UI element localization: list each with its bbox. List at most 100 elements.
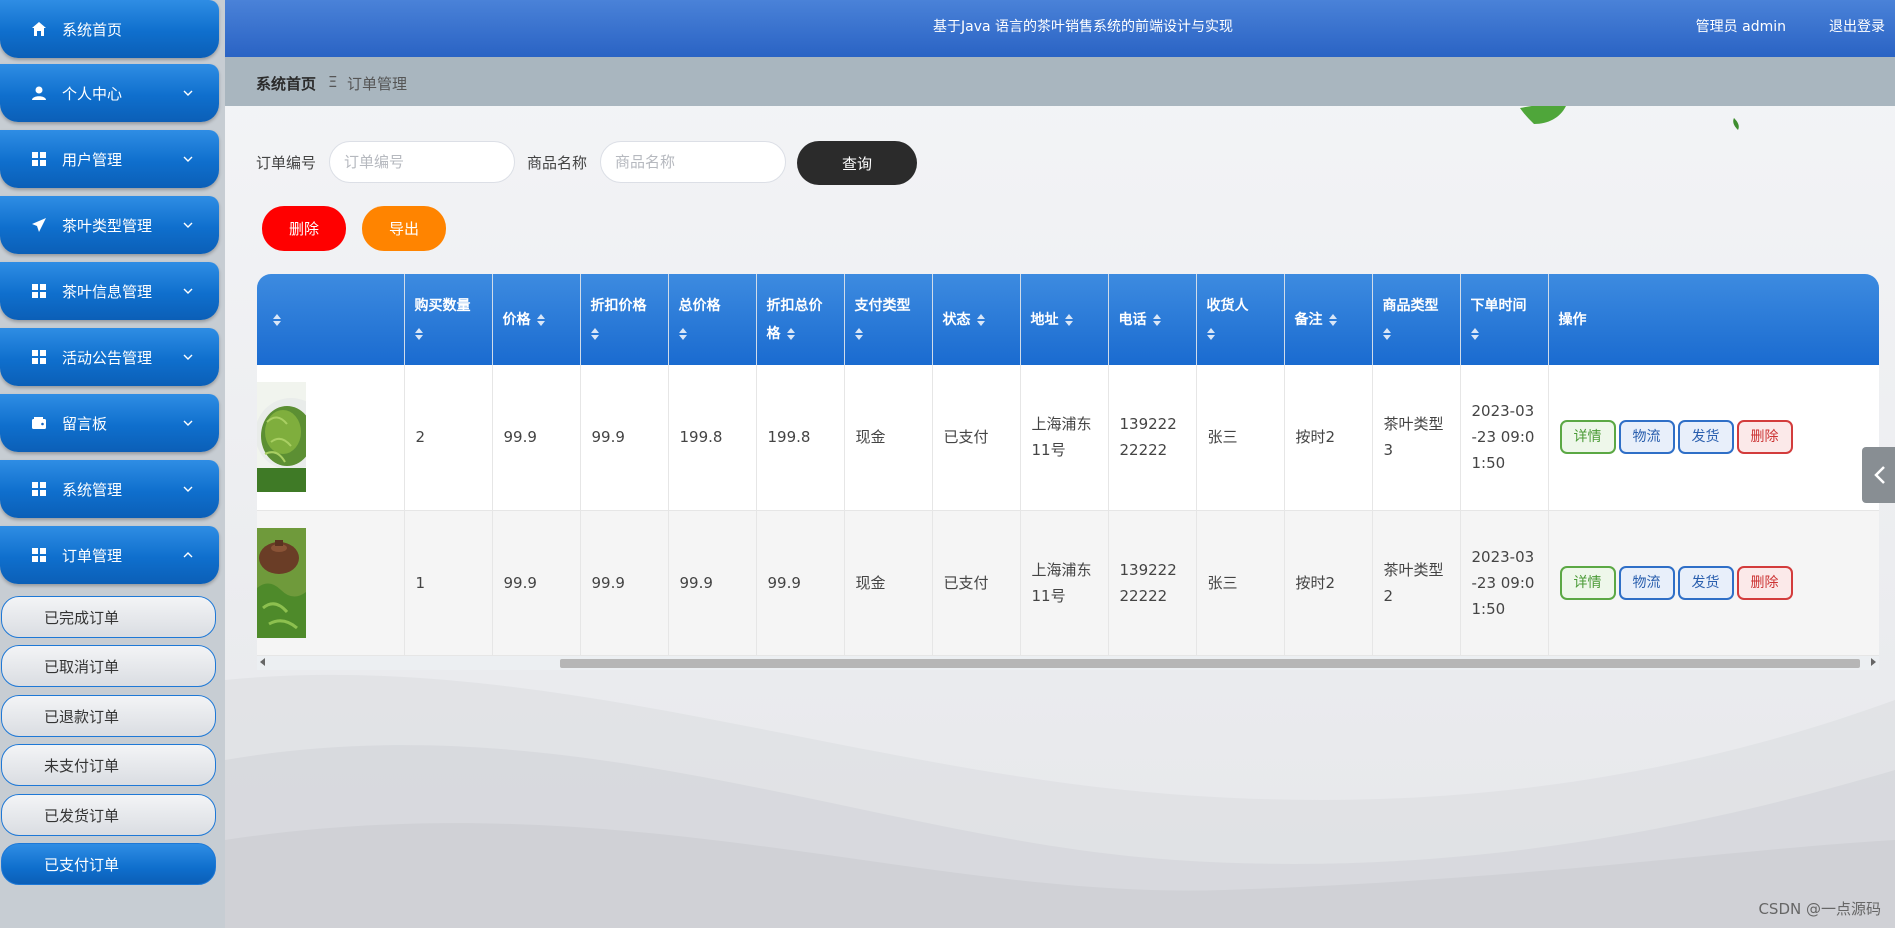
grid-icon (30, 282, 48, 300)
receiver-cell: 张三 (1196, 365, 1285, 511)
column-header-price[interactable]: 价格 (492, 274, 581, 365)
sidebar-item-home[interactable]: 系统首页 (0, 0, 219, 58)
total-cell: 199.8 (668, 365, 757, 511)
sort-icon (1328, 313, 1337, 326)
sidebar-subitem-cancelled-orders[interactable]: 已取消订单 (1, 645, 216, 687)
price-cell: 99.9 (492, 510, 581, 656)
phone-cell: 13922222222 (1108, 510, 1197, 656)
grid-icon (30, 546, 48, 564)
discount-price-cell: 99.9 (580, 510, 669, 656)
sort-icon (273, 313, 281, 326)
green-tea-image (257, 382, 306, 493)
sidebar-item-messages[interactable]: 留言板 (0, 394, 219, 452)
logistics-button[interactable]: 物流 (1618, 420, 1675, 455)
breadcrumb-home[interactable]: 系统首页 (256, 73, 316, 94)
chevron-down-icon (183, 354, 193, 360)
ship-button[interactable]: 发货 (1677, 420, 1734, 455)
column-header-total[interactable]: 总价格 (668, 274, 757, 365)
leaf-decoration (1520, 104, 1739, 130)
logistics-button[interactable]: 物流 (1618, 565, 1675, 600)
ship-button[interactable]: 发货 (1677, 565, 1734, 600)
discount-total-cell: 99.9 (756, 510, 845, 656)
query-button[interactable]: 查询 (797, 141, 917, 185)
sidebar-subitem-completed-orders[interactable]: 已完成订单 (1, 596, 216, 638)
send-icon (30, 216, 48, 234)
sidebar-item-tea-types[interactable]: 茶叶类型管理 (0, 196, 219, 254)
table-horizontal-scrollbar[interactable] (257, 656, 1879, 670)
sidebar-subitem-refunded-orders[interactable]: 已退款订单 (1, 695, 216, 737)
batch-delete-button[interactable]: 删除 (262, 206, 346, 251)
sidebar-item-label: 系统管理 (62, 480, 123, 499)
chevron-down-icon (183, 156, 193, 162)
background-wave (225, 674, 1895, 928)
sort-icon (1152, 313, 1161, 326)
column-header-remark[interactable]: 备注 (1284, 274, 1373, 365)
column-header-phone[interactable]: 电话 (1108, 274, 1197, 365)
column-header-discount-total[interactable]: 折扣总价格 (756, 274, 845, 365)
export-button[interactable]: 导出 (362, 206, 446, 251)
sidebar-item-system[interactable]: 系统管理 (0, 460, 219, 518)
product-name-input[interactable] (600, 141, 786, 183)
row-delete-button[interactable]: 删除 (1736, 565, 1793, 600)
sort-icon (1470, 327, 1479, 340)
order-number-input[interactable] (329, 141, 515, 183)
discount-total-cell: 199.8 (756, 365, 845, 511)
sidebar-subitem-shipped-orders[interactable]: 已发货订单 (1, 794, 216, 836)
teapot-image (257, 527, 306, 638)
sidebar-item-label: 个人中心 (62, 84, 123, 103)
column-header-quantity[interactable]: 购买数量 (404, 274, 493, 365)
category-cell: 茶叶类型3 (1372, 365, 1461, 511)
column-header-pay-type[interactable]: 支付类型 (844, 274, 933, 365)
column-header-category[interactable]: 商品类型 (1372, 274, 1461, 365)
sidebar-item-label: 订单管理 (62, 546, 123, 565)
home-icon (30, 20, 48, 38)
side-collapse-tab[interactable] (1862, 447, 1895, 503)
detail-button[interactable]: 详情 (1559, 565, 1616, 600)
product-name-label: 商品名称 (527, 154, 588, 172)
current-user: 管理员 admin (1695, 19, 1786, 35)
discount-price-cell: 99.9 (580, 365, 669, 511)
order-number-label: 订单编号 (256, 154, 317, 172)
sidebar-item-tea-info[interactable]: 茶叶信息管理 (0, 262, 219, 320)
scrollbar-thumb[interactable] (560, 659, 1860, 668)
sidebar-item-announcements[interactable]: 活动公告管理 (0, 328, 219, 386)
sort-icon (1382, 327, 1391, 340)
column-header-status[interactable]: 状态 (932, 274, 1021, 365)
breadcrumb-current: 订单管理 (347, 75, 408, 93)
sidebar-subitem-unpaid-orders[interactable]: 未支付订单 (1, 744, 216, 786)
address-cell: 上海浦东11号 (1020, 510, 1109, 656)
pay-type-cell: 现金 (844, 365, 933, 511)
scroll-left-arrow-icon[interactable] (260, 658, 265, 666)
sort-icon (976, 313, 985, 326)
column-header-receiver[interactable]: 收货人 (1196, 274, 1285, 365)
status-cell: 已支付 (932, 365, 1021, 511)
chevron-down-icon (183, 90, 193, 96)
watermark-text: CSDN @一点源码 (1758, 900, 1881, 918)
column-header-time[interactable]: 下单时间 (1460, 274, 1549, 365)
pay-type-cell: 现金 (844, 510, 933, 656)
receiver-cell: 张三 (1196, 510, 1285, 656)
chevron-up-icon (183, 552, 193, 558)
user-icon (30, 84, 48, 102)
column-header-discount-price[interactable]: 折扣价格 (580, 274, 669, 365)
scroll-right-arrow-icon[interactable] (1871, 658, 1876, 666)
sidebar-item-orders[interactable]: 订单管理 (0, 526, 219, 584)
sidebar-item-users[interactable]: 用户管理 (0, 130, 219, 188)
sidebar-subitem-paid-orders[interactable]: 已支付订单 (1, 843, 216, 885)
column-header-image[interactable] (257, 274, 405, 365)
detail-button[interactable]: 详情 (1559, 420, 1616, 455)
top-header: 基于Java 语言的茶叶销售系统的前端设计与实现 管理员 admin 退出登录 (225, 0, 1895, 57)
time-cell: 2023-03-23 09:01:50 (1460, 510, 1549, 656)
column-header-address[interactable]: 地址 (1020, 274, 1109, 365)
breadcrumb: 系统首页 Ξ 订单管理 (225, 57, 1895, 106)
remark-cell: 按时2 (1284, 510, 1373, 656)
logout-link[interactable]: 退出登录 (1829, 16, 1885, 36)
sidebar-item-profile[interactable]: 个人中心 (0, 64, 219, 122)
sidebar-subitem-label: 已发货订单 (44, 806, 120, 825)
sidebar-subitem-label: 已退款订单 (44, 707, 120, 726)
row-delete-button[interactable]: 删除 (1736, 420, 1793, 455)
sidebar-item-label: 用户管理 (62, 150, 123, 169)
sort-icon (678, 327, 687, 340)
sidebar-subitem-label: 已取消订单 (44, 657, 120, 676)
chevron-down-icon (183, 420, 193, 426)
